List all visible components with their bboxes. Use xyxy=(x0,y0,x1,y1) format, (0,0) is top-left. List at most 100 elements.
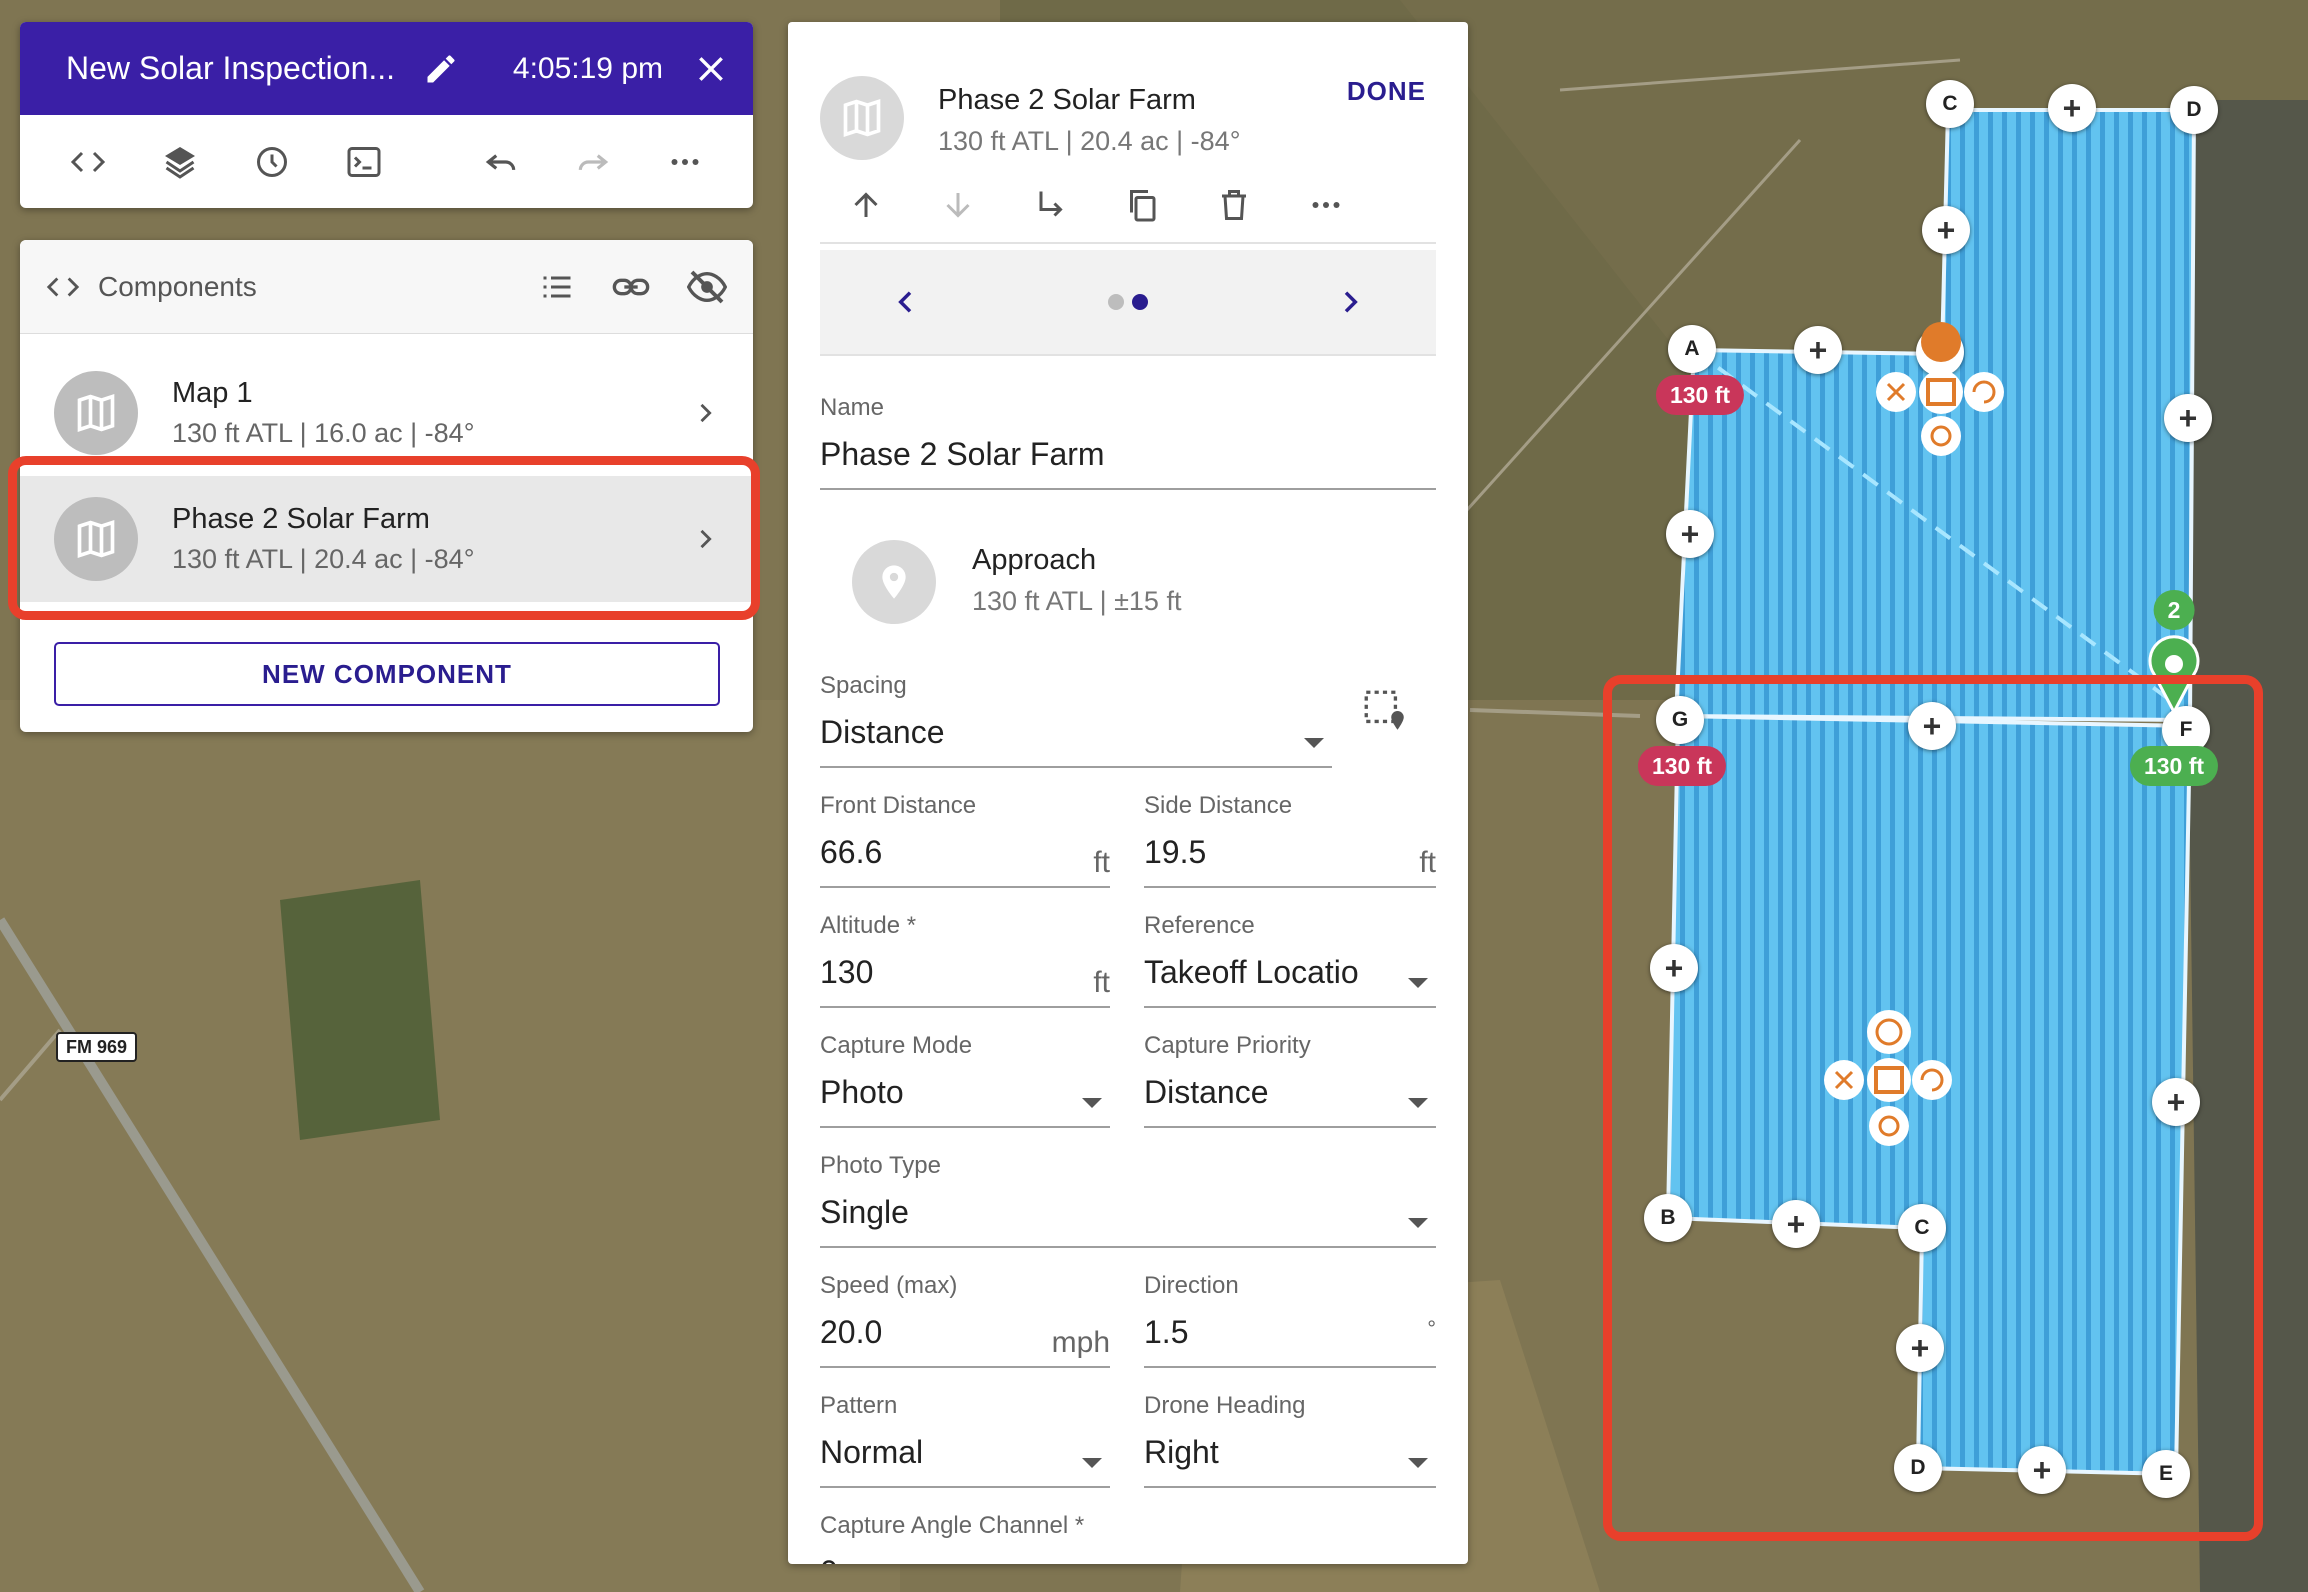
waypoint-number-badge: 2 xyxy=(2153,590,2195,630)
location-pin-icon xyxy=(852,540,936,624)
move-up-button[interactable] xyxy=(820,187,912,223)
vertex-marker-upper-d[interactable]: D xyxy=(2170,86,2218,134)
spacing-value: Distance xyxy=(820,714,945,750)
capture-mode-select[interactable]: Capture Mode Photo xyxy=(820,1032,1110,1128)
vertex-marker-upper-c[interactable]: C xyxy=(1926,80,1974,128)
code-view-button[interactable] xyxy=(42,127,134,197)
altitude-label: Altitude * xyxy=(820,912,917,939)
capture-mode-value: Photo xyxy=(820,1074,904,1110)
chevron-left-icon[interactable] xyxy=(890,286,922,318)
visibility-off-icon[interactable] xyxy=(687,267,727,307)
add-vertex-button[interactable]: + xyxy=(1666,510,1714,558)
transform-handle-upper[interactable] xyxy=(1876,310,2006,460)
dropdown-arrow-icon xyxy=(1408,978,1428,988)
duplicate-button[interactable] xyxy=(1096,187,1188,223)
photo-type-select[interactable]: Photo Type Single xyxy=(820,1152,1436,1248)
move-down-button[interactable] xyxy=(912,187,1004,223)
detail-title: Phase 2 Solar Farm xyxy=(938,84,1196,116)
altitude-value[interactable]: 130 xyxy=(820,954,1110,996)
pencil-icon[interactable] xyxy=(423,51,459,87)
component-highlight-box xyxy=(8,456,760,620)
select-area-icon[interactable] xyxy=(1360,686,1410,736)
trash-icon xyxy=(1222,190,1246,220)
spacing-label: Spacing xyxy=(820,672,907,699)
front-distance-field[interactable]: Front Distance 66.6 ft xyxy=(820,792,1110,888)
more-button[interactable] xyxy=(1280,187,1372,223)
detail-subtitle: 130 ft ATL | 20.4 ac | -84° xyxy=(938,126,1241,156)
subdirectory-arrow-icon xyxy=(1039,191,1063,217)
dropdown-arrow-icon xyxy=(1408,1098,1428,1108)
capture-angle-channel-field[interactable]: Capture Angle Channel * 0 xyxy=(820,1512,1436,1564)
name-value[interactable]: Phase 2 Solar Farm xyxy=(820,436,1436,478)
redo-icon xyxy=(578,153,609,170)
delete-button[interactable] xyxy=(1188,187,1280,223)
drone-heading-select[interactable]: Drone Heading Right xyxy=(1144,1392,1436,1488)
code-icon xyxy=(70,151,106,172)
chevron-right-icon[interactable] xyxy=(1334,286,1366,318)
link-icon[interactable] xyxy=(611,267,651,307)
side-distance-value[interactable]: 19.5 xyxy=(1144,834,1436,876)
mission-clock: 4:05:19 pm xyxy=(512,51,663,85)
terminal-button[interactable] xyxy=(318,127,410,197)
approach-item[interactable]: Approach 130 ft ATL | ±15 ft xyxy=(852,530,1412,630)
component-detail-panel: Phase 2 Solar Farm 130 ft ATL | 20.4 ac … xyxy=(788,22,1468,1564)
add-vertex-button[interactable]: + xyxy=(1794,326,1842,374)
add-vertex-button[interactable]: + xyxy=(2164,394,2212,442)
direction-unit: ° xyxy=(1427,1316,1436,1341)
page-dot-active[interactable] xyxy=(1132,294,1148,310)
nest-button[interactable] xyxy=(1004,187,1096,223)
mission-title[interactable]: New Solar Inspection... xyxy=(66,50,395,87)
capture-priority-select[interactable]: Capture Priority Distance xyxy=(1144,1032,1436,1128)
more-horizontal-icon xyxy=(1312,202,1340,208)
undo-button[interactable] xyxy=(455,127,547,197)
altitude-field[interactable]: Altitude * 130 ft xyxy=(820,912,1110,1008)
vertex-marker-upper-a[interactable]: A xyxy=(1668,325,1716,373)
photo-type-value: Single xyxy=(820,1194,909,1230)
name-label: Name xyxy=(820,394,885,421)
front-distance-unit: ft xyxy=(1093,846,1110,879)
list-icon[interactable] xyxy=(539,269,575,305)
direction-field[interactable]: Direction 1.5 ° xyxy=(1144,1272,1436,1368)
new-component-button[interactable]: NEW COMPONENT xyxy=(54,642,720,706)
name-field[interactable]: Name Phase 2 Solar Farm xyxy=(820,394,1436,490)
spacing-select[interactable]: Spacing Distance xyxy=(820,672,1332,768)
dropdown-arrow-icon xyxy=(1408,1218,1428,1228)
more-button[interactable] xyxy=(639,127,731,197)
capture-mode-label: Capture Mode xyxy=(820,1032,973,1059)
arrow-down-icon xyxy=(946,193,970,218)
chevron-right-icon xyxy=(700,403,712,423)
direction-value[interactable]: 1.5 xyxy=(1144,1314,1436,1356)
mission-header-card: New Solar Inspection... 4:05:19 pm xyxy=(20,22,753,208)
drone-heading-value: Right xyxy=(1144,1434,1219,1470)
side-distance-unit: ft xyxy=(1419,846,1436,879)
add-vertex-button[interactable]: + xyxy=(2048,84,2096,132)
add-vertex-button[interactable]: + xyxy=(1922,206,1970,254)
close-icon[interactable] xyxy=(695,53,727,85)
capture-angle-channel-value[interactable]: 0 xyxy=(820,1554,1436,1564)
map-highlight-box xyxy=(1603,675,2263,1541)
capture-angle-channel-label: Capture Angle Channel * xyxy=(820,1512,1085,1539)
done-button[interactable]: DONE xyxy=(1347,76,1426,107)
pattern-select[interactable]: Pattern Normal xyxy=(820,1392,1110,1488)
pattern-value: Normal xyxy=(820,1434,924,1470)
approach-title: Approach xyxy=(972,544,1097,576)
copy-icon xyxy=(1130,190,1156,222)
more-horizontal-icon xyxy=(671,158,699,165)
speed-field[interactable]: Speed (max) 20.0 mph xyxy=(820,1272,1110,1368)
page-switcher xyxy=(820,250,1436,356)
road-sign-label: FM 969 xyxy=(56,1032,138,1062)
history-button[interactable] xyxy=(226,127,318,197)
reference-select[interactable]: Reference Takeoff Locatio xyxy=(1144,912,1436,1008)
mission-toolbar xyxy=(20,115,753,208)
reference-label: Reference xyxy=(1144,912,1255,939)
redo-button[interactable] xyxy=(547,127,639,197)
terminal-icon xyxy=(347,146,381,177)
dropdown-arrow-icon xyxy=(1082,1098,1102,1108)
page-dot[interactable] xyxy=(1108,294,1124,310)
layers-button[interactable] xyxy=(134,127,226,197)
front-distance-value[interactable]: 66.6 xyxy=(820,834,1110,876)
dropdown-arrow-icon xyxy=(1304,738,1324,748)
side-distance-field[interactable]: Side Distance 19.5 ft xyxy=(1144,792,1436,888)
components-header: Components xyxy=(20,240,753,334)
